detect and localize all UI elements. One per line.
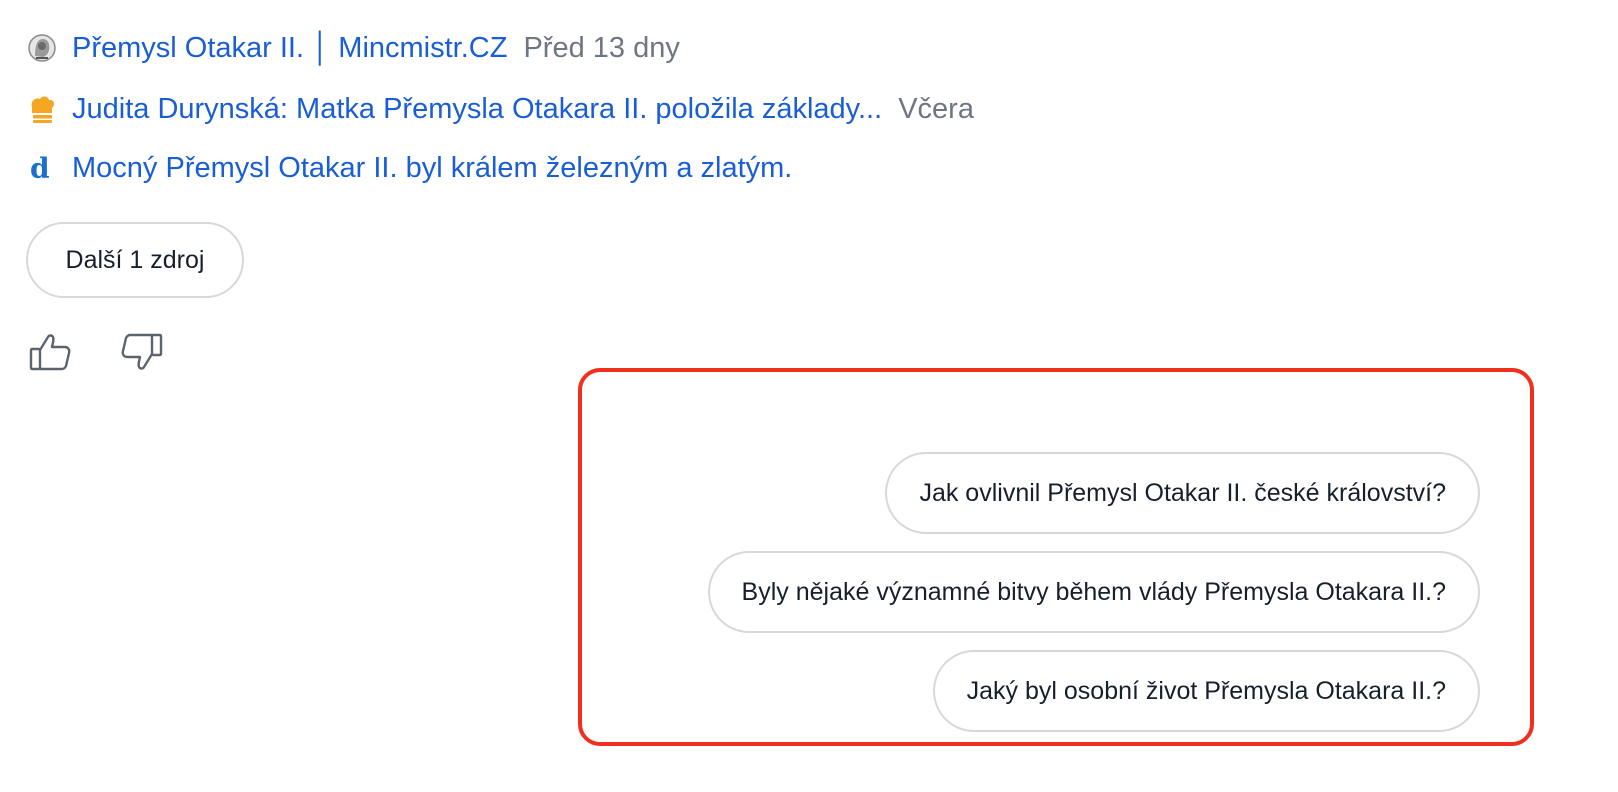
source-item[interactable]: d Mocný Přemysl Otakar II. byl králem že… xyxy=(26,148,792,188)
svg-text:d: d xyxy=(30,152,50,184)
more-sources-button[interactable]: Další 1 zdroj xyxy=(26,222,244,298)
thumbs-up-icon xyxy=(27,329,73,380)
chef-hat-icon xyxy=(26,93,58,125)
chat-answer-footer: Přemysl Otakar II. │ Mincmistr.CZ Před 1… xyxy=(0,0,1618,792)
letter-d-icon: d xyxy=(26,152,58,184)
dislike-button[interactable] xyxy=(116,328,168,380)
coin-portrait-icon xyxy=(26,32,58,64)
source-item[interactable]: Judita Durynská: Matka Přemysla Otakara … xyxy=(26,89,974,129)
source-item[interactable]: Přemysl Otakar II. │ Mincmistr.CZ Před 1… xyxy=(26,28,680,68)
source-time: Před 13 dny xyxy=(523,31,680,64)
source-time: Včera xyxy=(898,92,974,125)
source-link[interactable]: Přemysl Otakar II. │ Mincmistr.CZ xyxy=(72,32,507,65)
suggested-questions-panel: Jak ovlivnil Přemysl Otakar II. české kr… xyxy=(578,368,1534,746)
source-link[interactable]: Judita Durynská: Matka Přemysla Otakara … xyxy=(72,93,882,126)
suggested-question-chip[interactable]: Jaký byl osobní život Přemysla Otakara I… xyxy=(932,650,1480,732)
suggested-question-chip[interactable]: Jak ovlivnil Přemysl Otakar II. české kr… xyxy=(885,452,1480,534)
like-button[interactable] xyxy=(24,328,76,380)
source-link[interactable]: Mocný Přemysl Otakar II. byl králem žele… xyxy=(72,152,792,185)
thumbs-down-icon xyxy=(119,329,165,380)
suggested-question-chip[interactable]: Byly nějaké významné bitvy během vlády P… xyxy=(707,551,1480,633)
